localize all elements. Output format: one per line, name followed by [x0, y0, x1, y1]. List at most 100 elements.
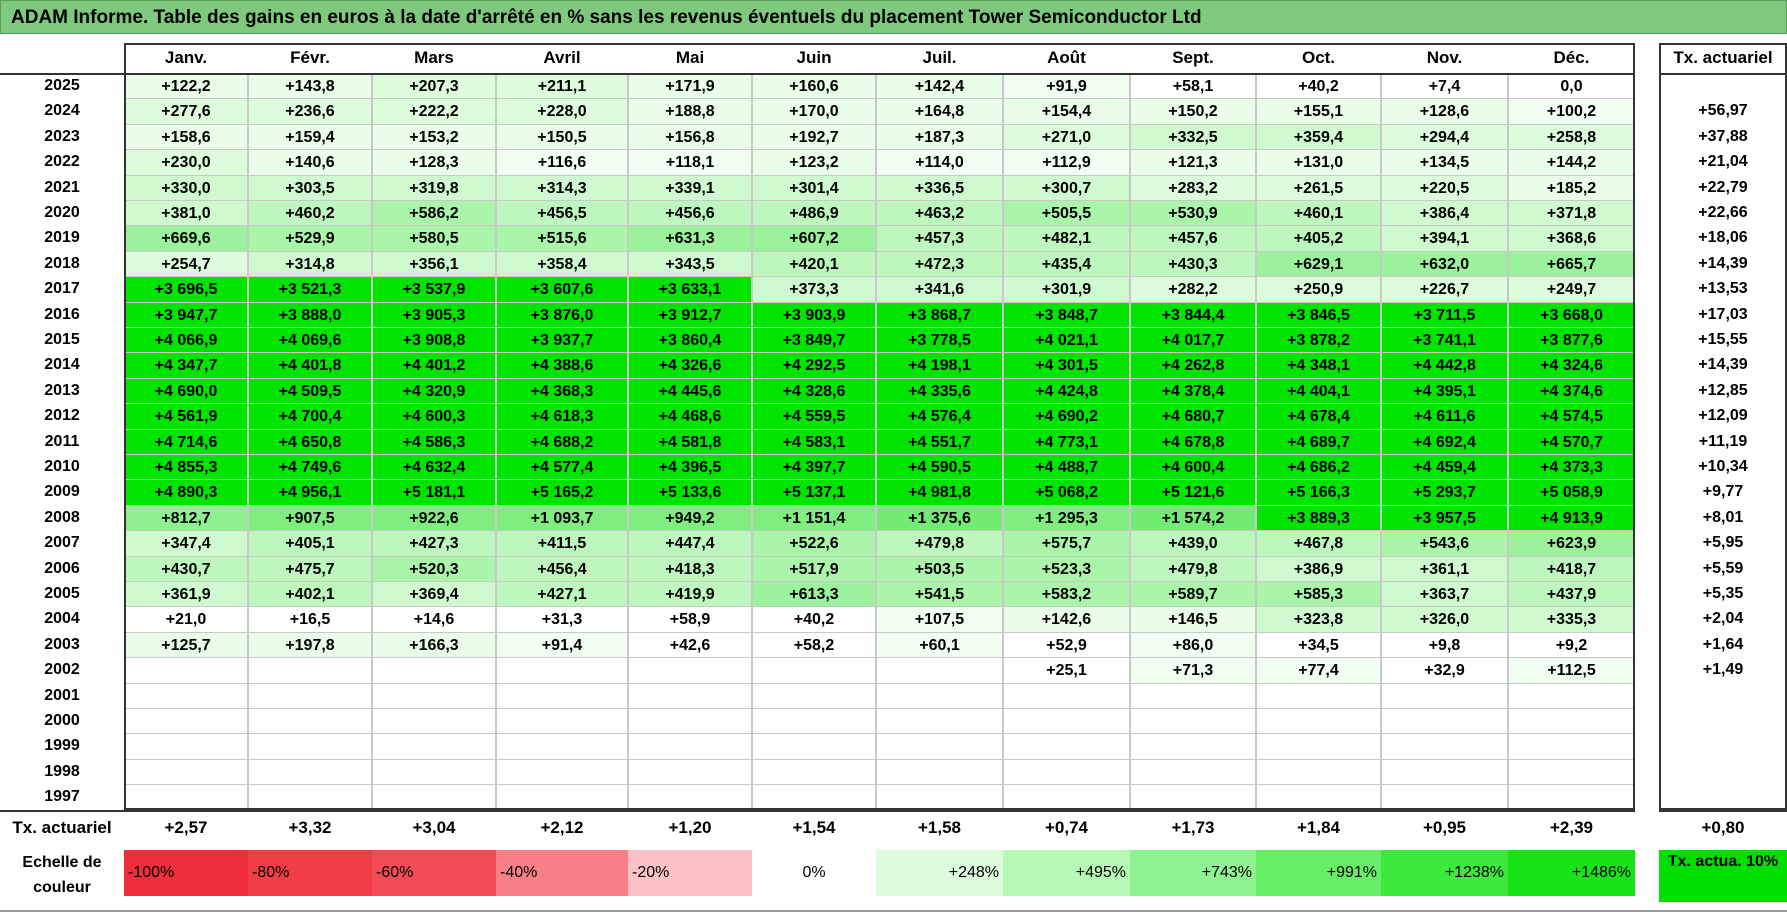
gain-cell[interactable]: +669,6: [124, 225, 248, 252]
gain-cell[interactable]: +254,7: [124, 250, 248, 278]
gain-cell[interactable]: +228,0: [496, 98, 628, 125]
gain-cell[interactable]: +394,1: [1381, 225, 1508, 252]
gain-cell[interactable]: +336,5: [876, 174, 1003, 201]
gain-cell[interactable]: +1 151,4: [752, 504, 876, 532]
gain-cell[interactable]: +155,1: [1256, 98, 1381, 125]
gain-cell[interactable]: +207,3: [372, 73, 496, 100]
gain-cell[interactable]: [876, 708, 1003, 735]
gain-cell[interactable]: +585,3: [1256, 581, 1381, 608]
gain-cell[interactable]: +34,5: [1256, 631, 1381, 659]
gain-cell[interactable]: +4 600,3: [372, 403, 496, 430]
gain-cell[interactable]: +371,8: [1508, 200, 1635, 227]
gain-cell[interactable]: +4 559,5: [752, 403, 876, 430]
gain-cell[interactable]: +230,0: [124, 149, 248, 176]
gain-cell[interactable]: +3 876,0: [496, 301, 628, 328]
gain-cell[interactable]: +4 678,8: [1130, 428, 1256, 455]
gain-cell[interactable]: +4 577,4: [496, 454, 628, 481]
gain-cell[interactable]: [1256, 682, 1381, 709]
gain-cell[interactable]: +197,8: [248, 631, 372, 659]
gain-cell[interactable]: [876, 657, 1003, 684]
gain-cell[interactable]: +125,7: [124, 631, 248, 659]
gain-cell[interactable]: +3 778,5: [876, 327, 1003, 354]
gain-cell[interactable]: +4 890,3: [124, 479, 248, 506]
gain-cell[interactable]: +156,8: [628, 123, 752, 151]
gain-cell[interactable]: +121,3: [1130, 149, 1256, 176]
gain-cell[interactable]: +3 868,7: [876, 301, 1003, 328]
gain-cell[interactable]: +40,2: [1256, 73, 1381, 100]
gain-cell[interactable]: [1508, 784, 1635, 811]
gain-cell[interactable]: [1256, 708, 1381, 735]
gain-cell[interactable]: +4 583,1: [752, 428, 876, 455]
gain-cell[interactable]: +220,5: [1381, 174, 1508, 201]
gain-cell[interactable]: +405,2: [1256, 225, 1381, 252]
gain-cell[interactable]: [496, 708, 628, 735]
gain-cell[interactable]: +613,3: [752, 581, 876, 608]
gain-cell[interactable]: +435,4: [1003, 250, 1130, 278]
gain-cell[interactable]: +86,0: [1130, 631, 1256, 659]
gain-cell[interactable]: +373,3: [752, 276, 876, 303]
gain-cell[interactable]: +314,3: [496, 174, 628, 201]
gain-cell[interactable]: +153,2: [372, 123, 496, 151]
gain-cell[interactable]: +4 586,3: [372, 428, 496, 455]
gain-cell[interactable]: [1003, 784, 1130, 811]
gain-cell[interactable]: +358,4: [496, 250, 628, 278]
gain-cell[interactable]: +3 711,5: [1381, 301, 1508, 328]
gain-cell[interactable]: +171,9: [628, 73, 752, 100]
gain-cell[interactable]: +347,4: [124, 530, 248, 557]
gain-cell[interactable]: +3 947,7: [124, 301, 248, 328]
gain-cell[interactable]: +523,3: [1003, 555, 1130, 582]
gain-cell[interactable]: +631,3: [628, 225, 752, 252]
gain-cell[interactable]: +3 912,7: [628, 301, 752, 328]
gain-cell[interactable]: +4 388,6: [496, 352, 628, 379]
gain-cell[interactable]: +150,2: [1130, 98, 1256, 125]
gain-cell[interactable]: +580,5: [372, 225, 496, 252]
gain-cell[interactable]: +91,9: [1003, 73, 1130, 100]
gain-cell[interactable]: +142,4: [876, 73, 1003, 100]
gain-cell[interactable]: +4 700,4: [248, 403, 372, 430]
gain-cell[interactable]: +5 058,9: [1508, 479, 1635, 506]
gain-cell[interactable]: +9,8: [1381, 631, 1508, 659]
gain-cell[interactable]: +427,1: [496, 581, 628, 608]
gain-cell[interactable]: [876, 758, 1003, 786]
gain-cell[interactable]: [876, 784, 1003, 811]
gain-cell[interactable]: +4 198,1: [876, 352, 1003, 379]
gain-cell[interactable]: [752, 708, 876, 735]
gain-cell[interactable]: +4 021,1: [1003, 327, 1130, 354]
gain-cell[interactable]: +58,2: [752, 631, 876, 659]
gain-cell[interactable]: +300,7: [1003, 174, 1130, 201]
gain-cell[interactable]: [496, 682, 628, 709]
gain-cell[interactable]: +58,1: [1130, 73, 1256, 100]
gain-cell[interactable]: +323,8: [1256, 606, 1381, 633]
gain-cell[interactable]: +3 889,3: [1256, 504, 1381, 532]
gain-cell[interactable]: +77,4: [1256, 657, 1381, 684]
gain-cell[interactable]: +5 293,7: [1381, 479, 1508, 506]
gain-cell[interactable]: +4 690,2: [1003, 403, 1130, 430]
gain-cell[interactable]: [248, 682, 372, 709]
gain-cell[interactable]: +14,6: [372, 606, 496, 633]
gain-cell[interactable]: +922,6: [372, 504, 496, 532]
gain-cell[interactable]: +447,4: [628, 530, 752, 557]
gain-cell[interactable]: +460,2: [248, 200, 372, 227]
gain-cell[interactable]: +4 017,7: [1130, 327, 1256, 354]
gain-cell[interactable]: [496, 758, 628, 786]
gain-cell[interactable]: +381,0: [124, 200, 248, 227]
gain-cell[interactable]: [752, 682, 876, 709]
gain-cell[interactable]: +629,1: [1256, 250, 1381, 278]
gain-cell[interactable]: +4 488,7: [1003, 454, 1130, 481]
gain-cell[interactable]: [752, 657, 876, 684]
gain-cell[interactable]: +326,0: [1381, 606, 1508, 633]
gain-cell[interactable]: [628, 657, 752, 684]
gain-cell[interactable]: [124, 758, 248, 786]
gain-cell[interactable]: [628, 682, 752, 709]
gain-cell[interactable]: +303,5: [248, 174, 372, 201]
gain-cell[interactable]: +4 855,3: [124, 454, 248, 481]
gain-cell[interactable]: +4 956,1: [248, 479, 372, 506]
gain-cell[interactable]: +632,0: [1381, 250, 1508, 278]
gain-cell[interactable]: +589,7: [1130, 581, 1256, 608]
gain-cell[interactable]: +457,6: [1130, 225, 1256, 252]
gain-cell[interactable]: +479,8: [876, 530, 1003, 557]
gain-cell[interactable]: +4 401,8: [248, 352, 372, 379]
gain-cell[interactable]: +586,2: [372, 200, 496, 227]
gain-cell[interactable]: +4 326,6: [628, 352, 752, 379]
gain-cell[interactable]: [124, 708, 248, 735]
